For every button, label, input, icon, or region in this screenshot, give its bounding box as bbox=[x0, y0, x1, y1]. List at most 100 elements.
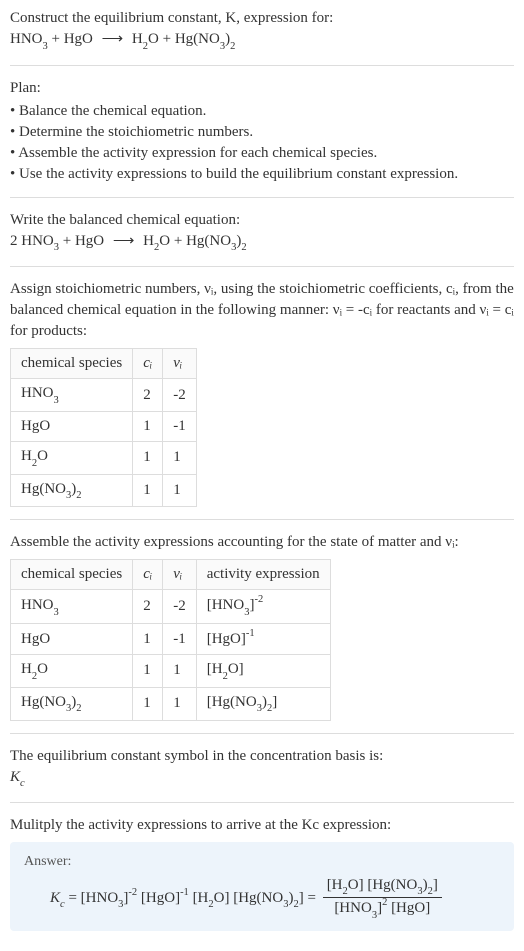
sub: 2 bbox=[241, 242, 246, 253]
text: K bbox=[10, 769, 20, 785]
sub: 2 bbox=[76, 490, 81, 501]
cell-species: Hg(NO3)2 bbox=[11, 474, 133, 507]
sub: 3 bbox=[417, 886, 422, 897]
fraction: [H2O] [Hg(NO3)2][HNO3]2 [HgO] bbox=[323, 876, 442, 921]
sup: -2 bbox=[254, 594, 263, 605]
sub: 3 bbox=[118, 899, 123, 910]
cell-ci: 1 bbox=[133, 474, 163, 507]
plan-item: Use the activity expressions to build th… bbox=[10, 164, 514, 185]
plan-block: Plan: Balance the chemical equation. Det… bbox=[10, 78, 514, 185]
text: ] bbox=[433, 877, 438, 893]
cell-ci: 1 bbox=[133, 412, 163, 442]
text: = bbox=[304, 890, 320, 906]
arrow-icon: ⟶ bbox=[97, 31, 129, 47]
cell-activity: [HNO3]-2 bbox=[196, 590, 330, 624]
text: O] [Hg(NO bbox=[348, 877, 418, 893]
species: HgO bbox=[75, 233, 104, 249]
sub: c bbox=[20, 778, 25, 789]
kc-symbol: Kc bbox=[10, 767, 514, 791]
intro-species-hno3: HNO bbox=[10, 31, 43, 47]
plus: + bbox=[59, 233, 75, 249]
sub: 2 bbox=[293, 899, 298, 910]
text: O bbox=[37, 661, 48, 677]
sub: 2 bbox=[154, 242, 159, 253]
text: cᵢ bbox=[143, 566, 152, 582]
text: O bbox=[148, 31, 159, 47]
cell-activity: [HgO]-1 bbox=[196, 624, 330, 655]
th-ci: cᵢ bbox=[133, 560, 163, 590]
sub: 2 bbox=[32, 458, 37, 469]
text: O bbox=[159, 233, 170, 249]
cell-species: HNO3 bbox=[11, 379, 133, 412]
intro-line1: Construct the equilibrium constant, K, e… bbox=[10, 8, 514, 29]
species: HNO bbox=[21, 233, 54, 249]
table-row: Hg(NO3)2 1 1 [Hg(NO3)2] bbox=[11, 687, 331, 720]
cell-vi: -2 bbox=[163, 379, 197, 412]
text: Hg(NO bbox=[21, 481, 66, 497]
sub: 3 bbox=[54, 242, 59, 253]
cell-vi: -1 bbox=[163, 624, 197, 655]
sub: 3 bbox=[220, 41, 225, 52]
plus: + bbox=[159, 31, 175, 47]
table-row: Hg(NO3)2 1 1 bbox=[11, 474, 197, 507]
text: [HNO bbox=[81, 890, 119, 906]
text: [H bbox=[207, 661, 223, 677]
text: H bbox=[21, 448, 32, 464]
sub: 3 bbox=[66, 703, 71, 714]
table-row: HgO 1 -1 [HgO]-1 bbox=[11, 624, 331, 655]
intro-species-hgo: HgO bbox=[64, 31, 93, 47]
answer-box: Answer: Kc = [HNO3]-2 [HgO]-1 [H2O] [Hg(… bbox=[10, 842, 514, 931]
plan-title: Plan: bbox=[10, 78, 514, 99]
text: [HNO bbox=[207, 597, 245, 613]
cell-vi: 1 bbox=[163, 474, 197, 507]
divider bbox=[10, 519, 514, 520]
sub: c bbox=[60, 899, 65, 910]
sub: 3 bbox=[43, 41, 48, 52]
text: ] bbox=[272, 694, 277, 710]
balanced-equation: 2 HNO3 + HgO ⟶ H2O + Hg(NO3)2 bbox=[10, 231, 514, 255]
cell-species: HNO3 bbox=[11, 590, 133, 624]
cell-vi: 1 bbox=[163, 687, 197, 720]
text: [HgO] bbox=[207, 631, 246, 647]
sub: 2 bbox=[267, 703, 272, 714]
plan-list: Balance the chemical equation. Determine… bbox=[10, 101, 514, 185]
sub: 2 bbox=[428, 886, 433, 897]
coef: 2 bbox=[10, 233, 21, 249]
numerator: [H2O] [Hg(NO3)2] bbox=[323, 876, 442, 899]
denominator: [HNO3]2 [HgO] bbox=[323, 898, 442, 921]
cell-ci: 1 bbox=[133, 687, 163, 720]
activity-block: Assemble the activity expressions accoun… bbox=[10, 532, 514, 720]
cell-ci: 2 bbox=[133, 590, 163, 624]
answer-label: Answer: bbox=[24, 852, 500, 872]
stoich-block: Assign stoichiometric numbers, νᵢ, using… bbox=[10, 279, 514, 507]
text: [Hg(NO bbox=[229, 890, 283, 906]
sup: -1 bbox=[246, 628, 255, 639]
text: [Hg(NO bbox=[207, 694, 257, 710]
table-row: H2O 1 1 [H2O] bbox=[11, 655, 331, 688]
cell-ci: 1 bbox=[133, 624, 163, 655]
kc-symbol-block: The equilibrium constant symbol in the c… bbox=[10, 746, 514, 791]
cell-ci: 1 bbox=[133, 442, 163, 475]
table-header-row: chemical species cᵢ νᵢ activity expressi… bbox=[11, 560, 331, 590]
sub: 2 bbox=[230, 41, 235, 52]
th-species: chemical species bbox=[11, 560, 133, 590]
divider bbox=[10, 733, 514, 734]
activity-title: Assemble the activity expressions accoun… bbox=[10, 532, 514, 553]
sub: 3 bbox=[54, 395, 59, 406]
table-header-row: chemical species cᵢ νᵢ bbox=[11, 349, 197, 379]
intro-species-hgno32: Hg(NO bbox=[175, 31, 220, 47]
cell-vi: 1 bbox=[163, 442, 197, 475]
plus: + bbox=[170, 233, 186, 249]
text: = bbox=[65, 890, 81, 906]
plan-item: Determine the stoichiometric numbers. bbox=[10, 122, 514, 143]
cell-ci: 2 bbox=[133, 379, 163, 412]
sub: 2 bbox=[32, 671, 37, 682]
sub: 3 bbox=[257, 703, 262, 714]
sub: 2 bbox=[143, 41, 148, 52]
text: O] bbox=[214, 890, 230, 906]
text: cᵢ bbox=[143, 355, 152, 371]
species: H bbox=[143, 233, 154, 249]
sup: -1 bbox=[180, 887, 189, 898]
text: νᵢ bbox=[173, 355, 182, 371]
cell-species: Hg(NO3)2 bbox=[11, 687, 133, 720]
